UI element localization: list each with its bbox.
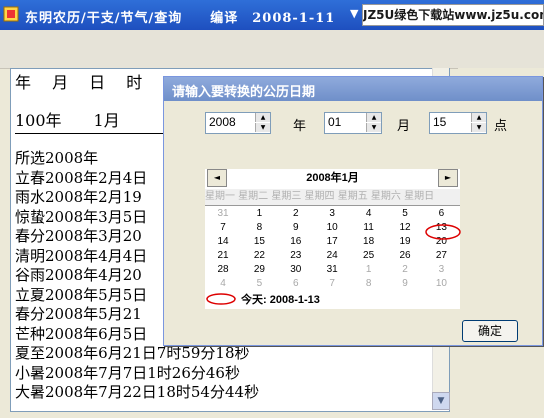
main-window: 东明农历/干支/节气/查询 编译 2008-1-11 ▼ JZ5U绿色下载站ww… (0, 0, 544, 418)
calendar-day[interactable]: 18 (351, 235, 387, 249)
calendar-day[interactable]: 27 (423, 249, 459, 263)
calendar-day[interactable]: 24 (314, 249, 350, 263)
calendar-day[interactable]: 10 (314, 221, 350, 235)
calendar-day[interactable]: 26 (387, 249, 423, 263)
scroll-down-icon[interactable]: ▼ (432, 392, 450, 410)
today-marker-icon (206, 293, 236, 305)
calendar-day[interactable]: 5 (387, 207, 423, 221)
month-calendar[interactable]: 2008年1月 ◄ ► 星期一 星期二 星期三 星期四 星期五 星期六 星期日 … (205, 169, 461, 309)
calendar-day[interactable]: 3 (423, 263, 459, 277)
app-icon (3, 6, 19, 22)
column-header: 年 月 日 时 (15, 73, 143, 92)
prev-month-icon[interactable]: ◄ (207, 169, 227, 187)
calendar-day[interactable]: 31 (205, 207, 241, 221)
date-input-dialog: 请输入要转换的公历日期 2008 ▲ ▼ 年 01 ▲ ▼ 月 15 ▲ ▼ 点… (163, 76, 543, 346)
calendar-day[interactable]: 1 (241, 207, 277, 221)
month-value: 01 (328, 115, 342, 129)
next-month-icon[interactable]: ► (438, 169, 458, 187)
calendar-day[interactable]: 4 (351, 207, 387, 221)
weekday-header: 星期一 星期二 星期三 星期四 星期五 星期六 星期日 (205, 189, 460, 206)
calendar-day[interactable]: 4 (205, 277, 241, 291)
calendar-day[interactable]: 14 (205, 235, 241, 249)
today-row[interactable]: 今天: 2008-1-13 (205, 291, 460, 307)
today-label: 今天: 2008-1-13 (241, 294, 320, 306)
toolbar-area (0, 30, 544, 69)
dialog-title: 请输入要转换的公历日期 (172, 85, 316, 100)
calendar-day[interactable]: 19 (387, 235, 423, 249)
month-spinner[interactable]: 01 ▲ ▼ (324, 112, 382, 134)
year-down-icon[interactable]: ▼ (255, 123, 270, 132)
calendar-day[interactable]: 12 (387, 221, 423, 235)
hour-value: 15 (433, 115, 447, 129)
calendar-day[interactable]: 2 (387, 263, 423, 277)
month-down-icon[interactable]: ▼ (366, 123, 381, 132)
list-item: 夏至2008年6月21日7时59分18秒 (15, 344, 250, 362)
calendar-day[interactable]: 8 (241, 221, 277, 235)
calendar-month-title: 2008年1月 (306, 172, 359, 184)
calendar-day[interactable]: 29 (241, 263, 277, 277)
selected-day-circle (425, 224, 461, 240)
list-item: 小暑2008年7月7日1时26分46秒 (15, 363, 240, 382)
calendar-day[interactable]: 17 (314, 235, 350, 249)
calendar-day[interactable]: 11 (351, 221, 387, 235)
calendar-day[interactable]: 8 (351, 277, 387, 291)
calendar-day[interactable]: 10 (423, 277, 459, 291)
ok-button[interactable]: 确定 (462, 320, 518, 342)
year-up-icon[interactable]: ▲ (255, 113, 270, 122)
title-bar: 东明农历/干支/节气/查询 编译 2008-1-11 ▼ JZ5U绿色下载站ww… (0, 0, 544, 30)
month-label: 月 (397, 119, 411, 134)
calendar-day[interactable]: 2 (278, 207, 314, 221)
hour-label: 点 (494, 119, 508, 134)
calendar-day[interactable]: 9 (387, 277, 423, 291)
watermark-banner: JZ5U绿色下载站www.jz5u.com (362, 4, 544, 26)
menu-dropdown-icon[interactable]: ▼ (350, 7, 358, 20)
window-title: 东明农历/干支/节气/查询 编译 2008-1-11 (25, 11, 336, 26)
calendar-day[interactable]: 23 (278, 249, 314, 263)
calendar-day[interactable]: 9 (278, 221, 314, 235)
calendar-day[interactable]: 30 (278, 263, 314, 277)
month-up-icon[interactable]: ▲ (366, 113, 381, 122)
calendar-day[interactable]: 1 (351, 263, 387, 277)
separator-line (15, 133, 185, 134)
calendar-day[interactable]: 21 (205, 249, 241, 263)
year-month-line: 100年 1月 (15, 111, 120, 130)
hour-up-icon[interactable]: ▲ (471, 113, 486, 122)
year-value: 2008 (209, 115, 236, 129)
hour-spinner[interactable]: 15 ▲ ▼ (429, 112, 487, 134)
calendar-day[interactable]: 6 (423, 207, 459, 221)
hour-down-icon[interactable]: ▼ (471, 123, 486, 132)
calendar-day[interactable]: 7 (314, 277, 350, 291)
year-label: 年 (293, 119, 307, 134)
calendar-day[interactable]: 6 (278, 277, 314, 291)
calendar-day[interactable]: 5 (241, 277, 277, 291)
dialog-title-bar: 请输入要转换的公历日期 (164, 77, 542, 101)
calendar-day[interactable]: 25 (351, 249, 387, 263)
calendar-day[interactable]: 31 (314, 263, 350, 277)
list-item: 大暑2008年7月22日18时54分44秒 (15, 383, 260, 401)
year-spinner[interactable]: 2008 ▲ ▼ (205, 112, 271, 134)
calendar-day[interactable]: 22 (241, 249, 277, 263)
calendar-day[interactable]: 3 (314, 207, 350, 221)
calendar-day[interactable]: 7 (205, 221, 241, 235)
calendar-day[interactable]: 28 (205, 263, 241, 277)
calendar-day[interactable]: 15 (241, 235, 277, 249)
calendar-day[interactable]: 16 (278, 235, 314, 249)
